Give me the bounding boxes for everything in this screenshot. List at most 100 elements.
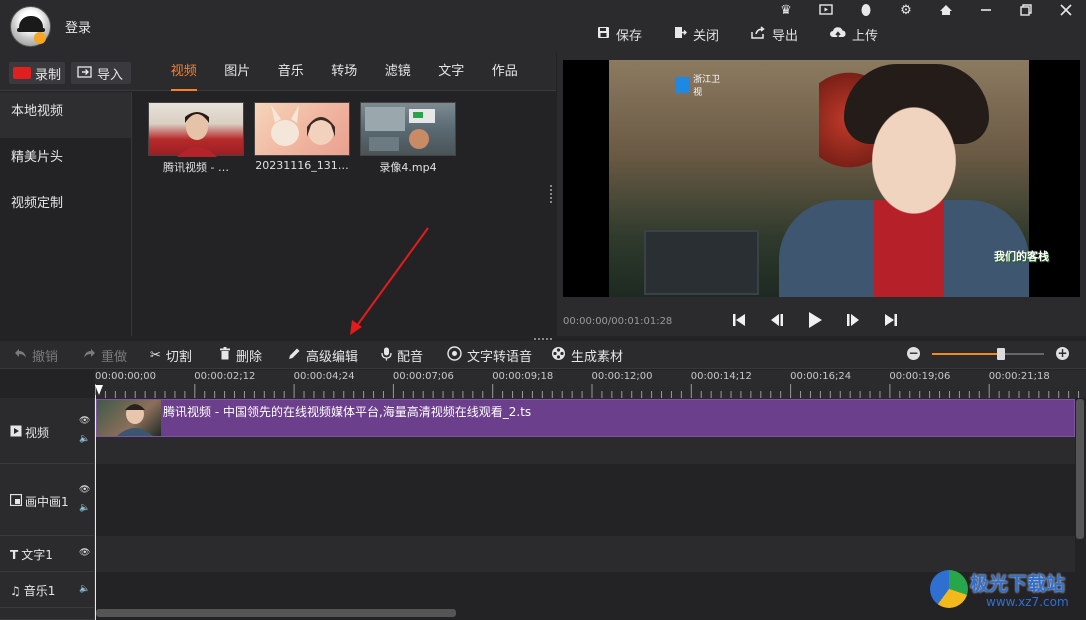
redo-button[interactable]: 重做 [83,346,127,365]
track-label-video: 视频 [25,426,50,440]
undo-button[interactable]: 撤销 [14,346,58,365]
cut-label: 切割 [165,350,192,365]
sidebar-item-intros[interactable]: 精美片头 [0,138,131,184]
import-button[interactable]: 导入 [71,62,131,84]
zoom-slider-handle[interactable] [997,348,1006,360]
previous-frame-icon[interactable] [765,308,789,332]
sidebar-item-local-video[interactable]: 本地视频 [0,92,131,138]
skip-to-start-icon[interactable] [727,308,751,332]
music-note-icon: ♫ [10,583,21,598]
zoom-slider-fill [932,353,1002,355]
speaker-icon[interactable]: 🔈 [79,584,90,594]
ruler-tick-label: 00:00:00;00 [95,371,157,382]
crown-icon[interactable]: ♛ [766,0,806,20]
media-thumbnail [360,102,456,156]
undo-icon [14,348,27,363]
tab-text[interactable]: 文字 [425,52,479,91]
play-screen-icon[interactable] [806,0,846,20]
tab-video[interactable]: 视频 [157,52,211,91]
sidebar-item-custom-video[interactable]: 视频定制 [0,184,131,230]
import-icon [77,65,93,82]
tab-filter[interactable]: 滤镜 [371,52,425,91]
timeline-ruler[interactable]: 00:00:00;00 00:00:02;12 00:00:04;24 00:00:0… [95,370,1086,398]
export-label: 导出 [772,29,799,44]
save-icon [597,26,610,43]
generate-material-button[interactable]: 生成素材 [551,346,623,365]
minimize-icon[interactable] [966,0,1006,20]
record-button[interactable]: 录制 [9,62,65,84]
advanced-edit-button[interactable]: 高级编辑 [288,346,358,365]
media-thumbnail [148,102,244,157]
zoom-in-icon[interactable]: + [1056,347,1069,360]
close-icon[interactable] [1046,0,1086,20]
panel-splitter[interactable] [550,185,553,203]
track-header-video: 视频 👁 🔈 [0,398,95,464]
zoom-slider[interactable] [932,348,1044,360]
timeline-vertical-scrollbar[interactable] [1076,399,1084,539]
tab-music[interactable]: 音乐 [264,52,318,91]
track-video-lower [95,438,1075,464]
dub-button[interactable]: 配音 [381,346,423,365]
tab-transition[interactable]: 转场 [318,52,372,91]
film-reel-icon [551,346,566,365]
channel-logo-icon [675,77,691,93]
login-link[interactable]: 登录 [65,17,91,36]
dub-label: 配音 [397,350,424,365]
timeline-horizontal-scrollbar[interactable] [96,609,456,617]
media-label: 腾讯视频 - … [163,161,229,174]
playhead-handle[interactable] [95,385,103,395]
next-frame-icon[interactable] [841,308,865,332]
library-bar: 录制 导入 视频 图片 音乐 转场 滤镜 文字 作品 [0,52,556,91]
export-button[interactable]: 导出 [751,25,798,44]
app-logo [10,6,51,47]
penguin-icon[interactable] [846,0,886,20]
ruler-tick-label: 00:00:21;18 [988,371,1050,382]
zoom-out-icon[interactable]: − [907,347,920,360]
tab-image[interactable]: 图片 [211,52,265,91]
play-icon[interactable] [803,308,827,332]
track-pip-body[interactable] [95,464,1075,536]
video-track-icon [10,425,22,440]
eye-icon[interactable]: 👁 [79,485,90,495]
restore-icon[interactable] [1006,0,1046,20]
edit-toolbar: 撤销 重做 ✂ 切割 删除 高级编辑 配音 文字转语音 生成素材 − + [0,341,1086,369]
watermark-text: 极光下载站 [970,573,1066,595]
video-preview[interactable]: 浙江卫视 我们的客栈 [563,60,1080,297]
upload-button[interactable]: 上传 [830,25,878,44]
channel-logo: 浙江卫视 [675,75,727,98]
eye-icon[interactable]: 👁 [79,416,90,426]
settings-icon[interactable]: ⚙ [886,0,926,20]
delete-label: 删除 [236,350,263,365]
playhead-line [95,395,96,620]
close-project-button[interactable]: 关闭 [674,25,719,44]
eye-icon[interactable]: 👁 [79,548,90,558]
delete-button[interactable]: 删除 [219,346,262,365]
speaker-icon[interactable]: 🔈 [79,434,90,444]
media-thumbnail [254,102,350,156]
media-item[interactable]: 20231116_131… [254,102,351,176]
close-label: 关闭 [693,29,720,44]
save-button[interactable]: 保存 [597,25,642,44]
save-label: 保存 [616,29,643,44]
preview-pane: 浙江卫视 我们的客栈 00:00:00/00:01:01:28 [557,52,1086,336]
cut-button[interactable]: ✂ 切割 [150,346,192,365]
file-actions: 保存 关闭 导出 上传 [597,25,878,44]
track-header-text: T 文字1 👁 [0,536,95,572]
import-label: 导入 [97,67,124,83]
video-clip[interactable]: 腾讯视频 - 中国领先的在线视频媒体平台,海量高清视频在线观看_2.ts [96,399,1075,437]
tab-works[interactable]: 作品 [478,52,532,91]
clip-label: 腾讯视频 - 中国领先的在线视频媒体平台,海量高清视频在线观看_2.ts [163,405,532,419]
media-label: 录像4.mp4 [379,161,437,174]
home-icon[interactable] [926,0,966,20]
skip-to-end-icon[interactable] [879,308,903,332]
ruler-tick-label: 00:00:09;18 [492,371,554,382]
undo-label: 撤销 [32,350,59,365]
speaker-icon[interactable]: 🔈 [79,503,90,513]
clip-thumbnail [97,400,161,436]
site-watermark: 极光下载站 www.xz7.com [928,566,1080,616]
track-label-text: 文字1 [21,548,53,562]
media-item[interactable]: 腾讯视频 - … [148,102,245,176]
watermark-url: www.xz7.com [986,595,1069,609]
text-to-speech-button[interactable]: 文字转语音 [447,346,532,365]
media-item[interactable]: 录像4.mp4 [360,102,457,176]
